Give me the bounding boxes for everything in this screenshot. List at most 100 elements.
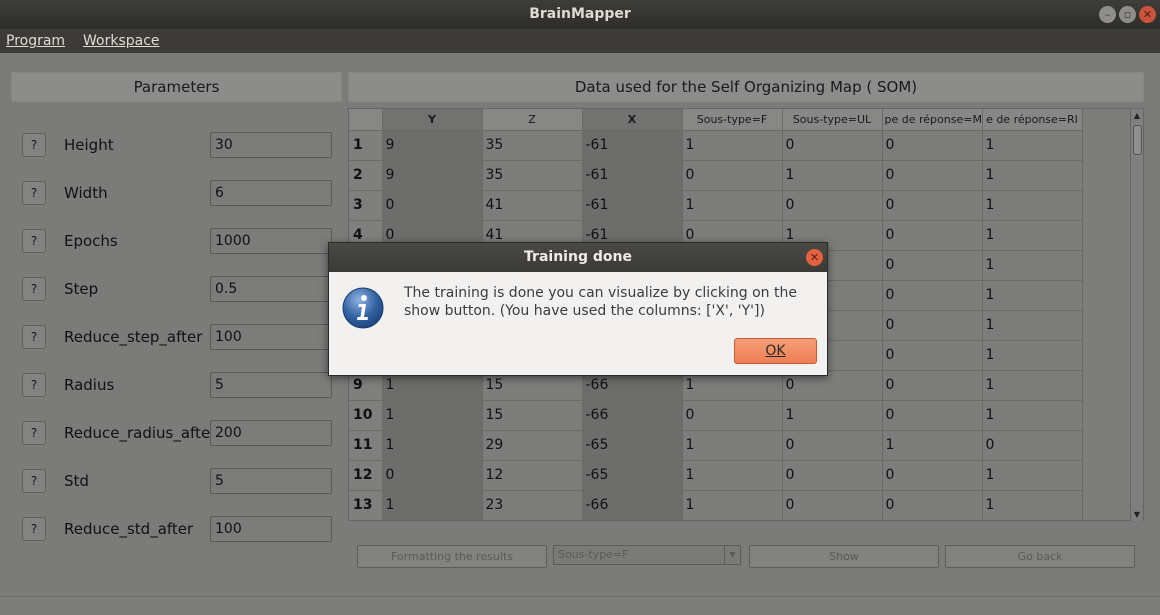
scroll-up-icon[interactable]: ▲ [1131, 110, 1143, 122]
menu-program[interactable]: Program [6, 33, 65, 49]
table-cell[interactable]: 0 [782, 130, 883, 161]
formatting-results-button[interactable]: Formatting the results [357, 545, 547, 568]
table-cell[interactable]: 0 [682, 400, 783, 431]
table-cell[interactable]: -61 [582, 160, 683, 191]
table-cell[interactable]: 0 [882, 250, 983, 281]
table-row[interactable]: 10 1 15 -66 0 1 0 1 [349, 400, 1083, 431]
table-cell[interactable]: 41 [482, 190, 583, 221]
table-cell[interactable]: 1 [982, 490, 1083, 520]
table-cell[interactable]: 1 [982, 250, 1083, 281]
table-cell[interactable]: 0 [882, 400, 983, 431]
param-input[interactable]: 6 [210, 180, 332, 206]
table-cell[interactable]: 0 [682, 160, 783, 191]
table-cell[interactable]: 1 [682, 460, 783, 491]
help-button[interactable]: ? [22, 181, 46, 205]
minimize-button[interactable]: – [1099, 6, 1116, 23]
row-header[interactable]: 11 [349, 430, 383, 461]
scrollbar-thumb[interactable] [1133, 125, 1142, 155]
table-cell[interactable]: 1 [682, 430, 783, 461]
row-header[interactable]: 1 [349, 130, 383, 161]
chevron-down-icon[interactable]: ▼ [724, 546, 740, 564]
table-cell[interactable]: 0 [882, 190, 983, 221]
table-cell[interactable]: 0 [782, 430, 883, 461]
table-row[interactable]: 12 0 12 -65 1 0 0 1 [349, 460, 1083, 491]
table-cell[interactable]: 0 [882, 280, 983, 311]
column-header[interactable]: Sous-type=UL [782, 109, 883, 131]
table-cell[interactable]: 0 [782, 190, 883, 221]
table-row[interactable]: 11 1 29 -65 1 0 1 0 [349, 430, 1083, 461]
table-row[interactable]: 2 9 35 -61 0 1 0 1 [349, 160, 1083, 191]
show-button[interactable]: Show [749, 545, 939, 568]
maximize-button[interactable]: ▫ [1119, 6, 1136, 23]
table-cell[interactable]: 1 [982, 190, 1083, 221]
table-cell[interactable]: 23 [482, 490, 583, 520]
scroll-down-icon[interactable]: ▼ [1131, 509, 1143, 521]
dialog-close-icon[interactable]: ✕ [806, 249, 823, 266]
row-header[interactable]: 10 [349, 400, 383, 431]
table-cell[interactable]: 15 [482, 400, 583, 431]
table-cell[interactable]: 1 [682, 130, 783, 161]
param-input[interactable]: 100 [210, 324, 332, 350]
table-cell[interactable]: 1 [982, 340, 1083, 371]
column-header[interactable]: Z [482, 109, 583, 131]
table-cell[interactable]: 35 [482, 160, 583, 191]
table-cell[interactable]: -61 [582, 130, 683, 161]
table-cell[interactable]: 9 [382, 160, 483, 191]
help-button[interactable]: ? [22, 133, 46, 157]
close-window-button[interactable]: ✕ [1139, 6, 1156, 23]
table-cell[interactable]: 1 [782, 400, 883, 431]
table-cell[interactable]: 0 [782, 490, 883, 520]
table-cell[interactable]: 0 [882, 370, 983, 401]
column-header[interactable]: X [582, 109, 683, 131]
table-cell[interactable]: 35 [482, 130, 583, 161]
table-cell[interactable]: 1 [982, 160, 1083, 191]
help-button[interactable]: ? [22, 469, 46, 493]
column-header[interactable]: pe de réponse=M [882, 109, 983, 131]
table-vertical-scrollbar[interactable]: ▲ ▼ [1130, 110, 1143, 521]
column-header[interactable]: e de réponse=RI [982, 109, 1083, 131]
table-cell[interactable]: 1 [382, 490, 483, 520]
table-cell[interactable]: 1 [982, 310, 1083, 341]
row-header[interactable]: 13 [349, 490, 383, 520]
table-row[interactable]: 3 0 41 -61 1 0 0 1 [349, 190, 1083, 221]
column-select[interactable]: Sous-type=F ▼ [553, 545, 741, 565]
help-button[interactable]: ? [22, 277, 46, 301]
table-cell[interactable]: 0 [382, 190, 483, 221]
table-cell[interactable]: 1 [782, 160, 883, 191]
table-row[interactable]: 1 9 35 -61 1 0 0 1 [349, 130, 1083, 161]
table-cell[interactable]: 1 [982, 220, 1083, 251]
table-row[interactable]: 13 1 23 -66 1 0 0 1 [349, 490, 1083, 520]
table-cell[interactable]: 1 [982, 400, 1083, 431]
table-cell[interactable]: 1 [982, 280, 1083, 311]
help-button[interactable]: ? [22, 325, 46, 349]
table-cell[interactable]: 1 [682, 490, 783, 520]
table-cell[interactable]: 9 [382, 130, 483, 161]
table-cell[interactable]: 1 [382, 430, 483, 461]
table-cell[interactable]: 1 [982, 460, 1083, 491]
table-cell[interactable]: 0 [982, 430, 1083, 461]
go-back-button[interactable]: Go back [945, 545, 1135, 568]
help-button[interactable]: ? [22, 517, 46, 541]
ok-button[interactable]: OK [734, 338, 817, 364]
param-input[interactable]: 1000 [210, 228, 332, 254]
table-cell[interactable]: -66 [582, 490, 683, 520]
param-input[interactable]: 0.5 [210, 276, 332, 302]
column-header[interactable]: Sous-type=F [682, 109, 783, 131]
table-cell[interactable]: 1 [382, 400, 483, 431]
table-cell[interactable]: -61 [582, 190, 683, 221]
param-input[interactable]: 30 [210, 132, 332, 158]
param-input[interactable]: 5 [210, 372, 332, 398]
table-cell[interactable]: 0 [782, 460, 883, 491]
table-cell[interactable]: 1 [882, 430, 983, 461]
row-header[interactable]: 3 [349, 190, 383, 221]
table-cell[interactable]: -65 [582, 430, 683, 461]
help-button[interactable]: ? [22, 229, 46, 253]
column-header[interactable]: Y [382, 109, 483, 131]
param-input[interactable]: 200 [210, 420, 332, 446]
table-cell[interactable]: 0 [882, 220, 983, 251]
table-cell[interactable]: 1 [982, 130, 1083, 161]
param-input[interactable]: 100 [210, 516, 332, 542]
table-cell[interactable]: 0 [882, 460, 983, 491]
table-cell[interactable]: -65 [582, 460, 683, 491]
table-cell[interactable]: 0 [882, 490, 983, 520]
